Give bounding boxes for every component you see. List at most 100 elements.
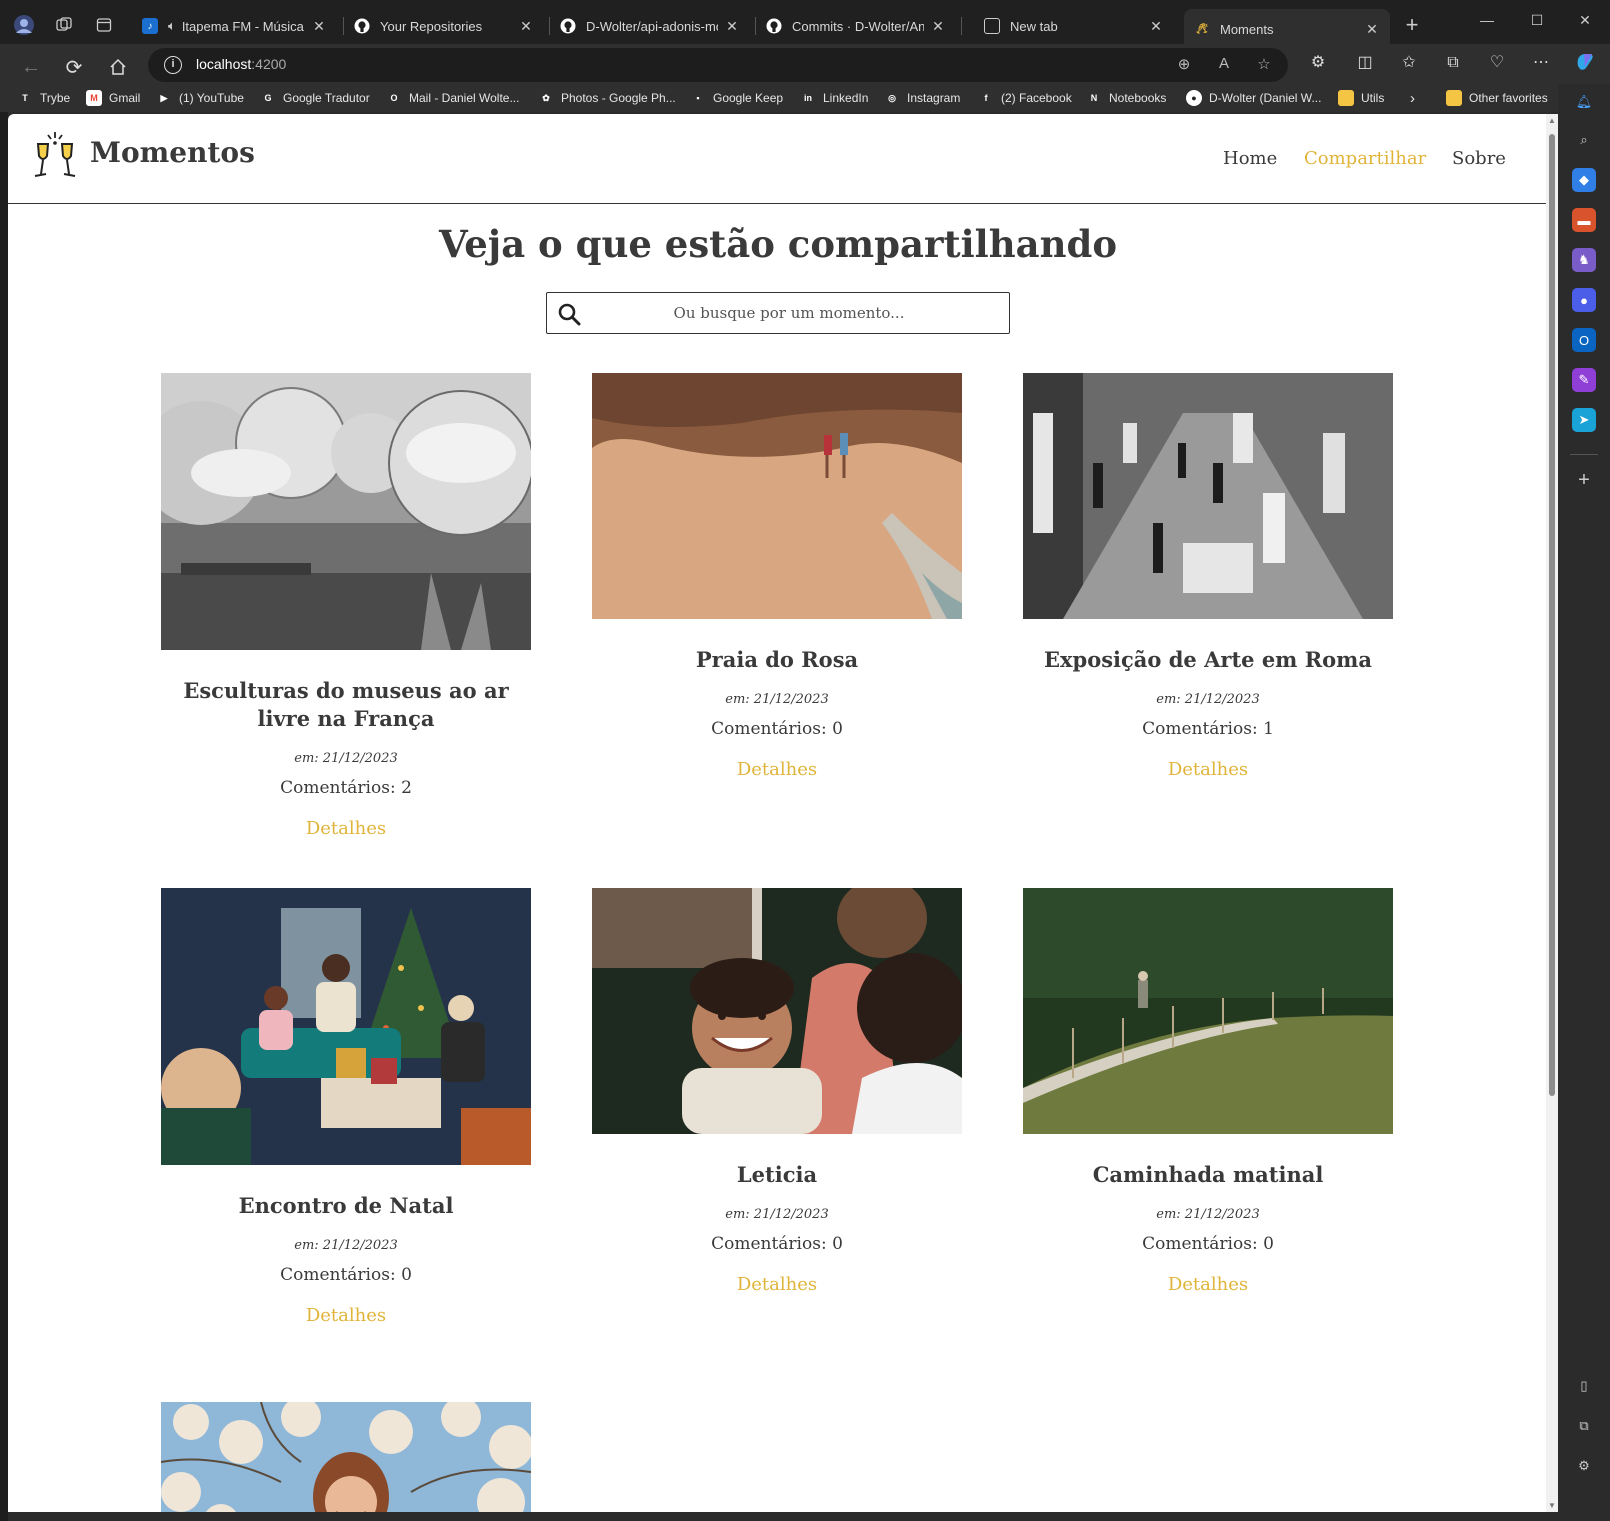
- scroll-down-arrow-icon[interactable]: ▼: [1546, 1501, 1558, 1510]
- moment-details-link[interactable]: Detalhes: [737, 759, 817, 780]
- close-tab-icon[interactable]: ✕: [1364, 21, 1380, 38]
- search-icon[interactable]: ⌕: [1572, 128, 1596, 152]
- browser-essentials-icon[interactable]: ♡: [1484, 50, 1510, 76]
- moment-image[interactable]: [139, 373, 534, 650]
- bookmark-utils[interactable]: Utils: [1338, 88, 1384, 108]
- site-info-icon[interactable]: i: [164, 56, 182, 74]
- bookmark-other-favorites[interactable]: Other favorites: [1446, 88, 1548, 108]
- close-tab-icon[interactable]: ✕: [930, 18, 946, 35]
- moment-details-link[interactable]: Detalhes: [306, 1305, 386, 1326]
- moment-comments-count: Comentários: 2: [280, 778, 412, 798]
- minimize-icon[interactable]: —: [1464, 8, 1510, 32]
- back-icon[interactable]: ←: [17, 53, 45, 81]
- bookmark-trybe[interactable]: T Trybe: [17, 88, 70, 108]
- url-text[interactable]: localhost:4200: [196, 56, 286, 72]
- open-external-icon[interactable]: ⧉: [1572, 1414, 1596, 1438]
- refresh-icon[interactable]: ⟳: [60, 53, 88, 81]
- address-bar[interactable]: i localhost:4200 ⊕ A ☆: [148, 48, 1288, 82]
- trybe-icon: T: [22, 93, 28, 103]
- hide-sidebar-icon[interactable]: ▯: [1572, 1374, 1596, 1398]
- bookmark-google-keep[interactable]: ▪ Google Keep: [690, 88, 783, 108]
- bookmark-instagram[interactable]: ◎ Instagram: [884, 88, 960, 108]
- bookmark-gmail[interactable]: M Gmail: [86, 88, 140, 108]
- moment-image[interactable]: [1023, 888, 1393, 1134]
- moment-card: Esculturas do museus ao ar livre na Fran…: [139, 373, 534, 839]
- moment-comments-count: Comentários: 0: [711, 1234, 843, 1254]
- tab-your-repositories[interactable]: Your Repositories ✕: [344, 9, 544, 43]
- extensions-icon[interactable]: ⚙: [1305, 50, 1331, 76]
- scroll-up-arrow-icon[interactable]: ▲: [1546, 116, 1558, 125]
- favorites-icon[interactable]: ✩: [1396, 50, 1422, 76]
- moment-details-link[interactable]: Detalhes: [737, 1274, 817, 1295]
- copilot-icon[interactable]: [1572, 50, 1598, 76]
- tab-api-adonis[interactable]: D-Wolter/api-adonis-mome ✕: [550, 9, 750, 43]
- bookmark-google-tradutor[interactable]: G Google Tradutor: [260, 88, 369, 108]
- read-aloud-icon[interactable]: A: [1214, 55, 1234, 75]
- workspaces-icon[interactable]: [52, 13, 76, 37]
- moment-details-link[interactable]: Detalhes: [1168, 759, 1248, 780]
- moment-title: Exposição de Arte em Roma: [1044, 647, 1372, 672]
- gmail-icon: M: [86, 90, 102, 106]
- bookmark-notebooks[interactable]: N Notebooks: [1086, 88, 1167, 108]
- collections-icon[interactable]: ⧉: [1440, 50, 1466, 76]
- close-tab-icon[interactable]: ✕: [518, 18, 534, 35]
- moment-image[interactable]: [161, 888, 531, 1165]
- split-screen-icon[interactable]: ◫: [1352, 50, 1378, 76]
- outlook-icon[interactable]: O: [1572, 328, 1596, 352]
- bookmark-linkedin[interactable]: in LinkedIn: [800, 88, 868, 108]
- add-sidebar-app-icon[interactable]: +: [1572, 468, 1596, 492]
- new-tab-button[interactable]: +: [1400, 12, 1424, 37]
- sidebar-settings-gear-icon[interactable]: ⚙: [1572, 1454, 1596, 1478]
- bookmark-github-profile[interactable]: ● D-Wolter (Daniel W...: [1186, 88, 1321, 108]
- moment-date: em: 21/12/2023: [294, 751, 398, 766]
- close-tab-icon[interactable]: ✕: [311, 18, 327, 35]
- favorite-star-icon[interactable]: ☆: [1254, 55, 1274, 75]
- moment-image[interactable]: [160, 1397, 533, 1512]
- tab-itapema[interactable]: ♪ 🔈︎ Itapema FM - Música, ✕: [132, 9, 337, 43]
- moment-image[interactable]: [1023, 373, 1393, 619]
- bookmark-photos[interactable]: ✿ Photos - Google Ph...: [538, 88, 676, 108]
- moment-date: em: 21/12/2023: [294, 1238, 398, 1253]
- folder-icon: [1338, 90, 1354, 106]
- designer-icon[interactable]: ✎: [1572, 368, 1596, 392]
- search-input[interactable]: [587, 299, 991, 327]
- site-brand[interactable]: Momentos: [90, 136, 255, 169]
- bookmark-youtube[interactable]: ▶ (1) YouTube: [156, 88, 244, 108]
- nav-compartilhar[interactable]: Compartilhar: [1304, 148, 1426, 169]
- zoom-icon[interactable]: ⊕: [1174, 55, 1194, 75]
- tools-icon[interactable]: ▬: [1572, 208, 1596, 232]
- bookmark-mail[interactable]: O Mail - Daniel Wolte...: [386, 88, 519, 108]
- speaker-icon[interactable]: 🔈︎: [168, 18, 176, 34]
- tab-new-tab[interactable]: New tab ✕: [974, 9, 1174, 43]
- tab-actions-icon[interactable]: [92, 13, 116, 37]
- tab-commits[interactable]: Commits · D-Wolter/Angula ✕: [756, 9, 956, 43]
- close-tab-icon[interactable]: ✕: [1148, 18, 1164, 35]
- tab-title: Your Repositories: [380, 18, 483, 34]
- github-icon: [766, 18, 782, 34]
- copilot-sidebar-icon[interactable]: ●: [1572, 288, 1596, 312]
- translate-icon: G: [264, 93, 272, 103]
- close-tab-icon[interactable]: ✕: [724, 18, 740, 35]
- champagne-toast-logo-icon[interactable]: [28, 130, 82, 184]
- github-icon: [354, 18, 370, 34]
- moment-image[interactable]: [592, 373, 962, 619]
- moment-image[interactable]: [592, 878, 967, 1134]
- bookmark-facebook[interactable]: f (2) Facebook: [978, 88, 1072, 108]
- moment-details-link[interactable]: Detalhes: [1168, 1274, 1248, 1295]
- bell-icon[interactable]: 🔔︎: [1572, 90, 1596, 114]
- nav-home[interactable]: Home: [1223, 148, 1277, 169]
- shopping-tag-icon[interactable]: ◆: [1572, 168, 1596, 192]
- scrollbar-thumb[interactable]: [1549, 134, 1555, 1096]
- nav-sobre[interactable]: Sobre: [1452, 148, 1506, 169]
- close-window-icon[interactable]: ✕: [1562, 8, 1608, 32]
- maximize-icon[interactable]: ☐: [1514, 8, 1560, 32]
- edge-sidebar: 🔔︎ ⌕ ◆ ▬ ♞ ● O ✎ ➤ + ▯ ⧉ ⚙: [1558, 84, 1610, 1521]
- more-menu-icon[interactable]: ⋯: [1528, 50, 1554, 76]
- games-icon[interactable]: ♞: [1572, 248, 1596, 272]
- home-icon[interactable]: [104, 53, 132, 81]
- page-scrollbar[interactable]: ▲ ▼: [1546, 114, 1558, 1512]
- moment-details-link[interactable]: Detalhes: [306, 818, 386, 839]
- drop-icon[interactable]: ➤: [1572, 408, 1596, 432]
- profile-avatar[interactable]: [12, 13, 36, 37]
- bookmarks-overflow-chevron-icon[interactable]: ›: [1410, 88, 1415, 108]
